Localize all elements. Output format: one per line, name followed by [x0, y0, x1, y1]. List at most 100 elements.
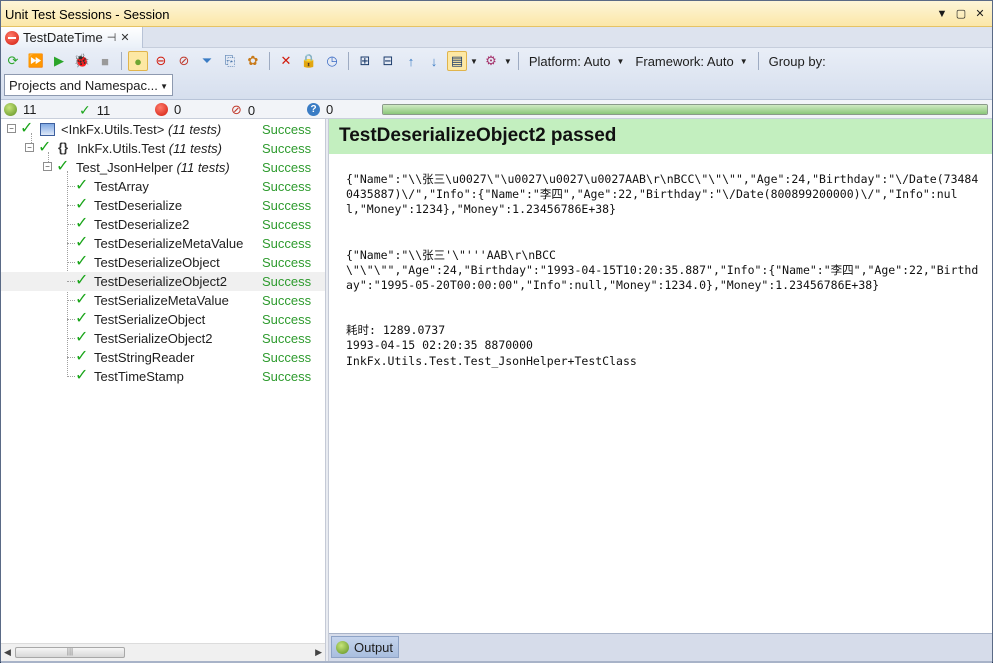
check-icon: ✓ — [75, 196, 89, 213]
chevron-down-icon[interactable]: ▼ — [504, 57, 512, 66]
debug-icon[interactable]: 🐞 — [72, 51, 92, 71]
test-row[interactable]: ✓ TestDeserializeObject Success — [1, 253, 325, 272]
expand-all-icon[interactable]: ⊞ — [355, 51, 375, 71]
run-all-icon[interactable]: ⟳ — [3, 51, 23, 71]
test-row[interactable]: ✓ TestArray Success — [1, 177, 325, 196]
test-row[interactable]: ✓ TestSerializeMetaValue Success — [1, 291, 325, 310]
tree-guide — [67, 300, 75, 301]
result-banner: TestDeserializeObject2 passed — [329, 119, 992, 154]
tree-guide — [67, 338, 75, 339]
scroll-right-icon[interactable]: ▶ — [315, 647, 322, 658]
title-bar: Unit Test Sessions - Session ▼ ▢ ✕ — [1, 1, 992, 27]
tree-row-fixture[interactable]: − ✓ Test_JsonHelper (11 tests) Success — [1, 158, 325, 177]
check-icon: ✓ — [79, 102, 91, 118]
progress-fill — [383, 105, 987, 114]
test-row[interactable]: ✓ TestStringReader Success — [1, 348, 325, 367]
session-tab-strip: TestDateTime ⊣ ✕ — [1, 27, 992, 48]
show-ignored-icon[interactable]: ⊘ — [174, 51, 194, 71]
profile-icon[interactable]: ✿ — [243, 51, 263, 71]
show-passed-icon[interactable]: ● — [128, 51, 148, 71]
tab-output[interactable]: Output — [331, 636, 399, 658]
options-icon[interactable]: ⚙ — [481, 51, 501, 71]
output-tab-label: Output — [354, 639, 394, 655]
tree-guide — [67, 243, 75, 244]
framework-dropdown[interactable]: Framework: Auto ▼ — [631, 54, 751, 69]
move-up-icon[interactable]: ↑ — [401, 51, 421, 71]
test-name: TestDeserializeObject — [94, 255, 220, 270]
progress-bar — [382, 104, 988, 115]
chevron-down-icon[interactable]: ▼ — [470, 57, 478, 66]
collapse-icon[interactable]: − — [7, 124, 16, 133]
output-line: 耗时: 1289.0737 — [346, 323, 446, 338]
ignored-count-value: 0 — [247, 102, 256, 118]
check-icon: ✓ — [75, 215, 89, 232]
layout-icon[interactable]: ▤ — [447, 51, 467, 71]
check-icon: ✓ — [75, 272, 89, 289]
test-name: TestSerializeObject — [94, 312, 206, 327]
tree-guide — [67, 205, 75, 206]
maximize-icon[interactable]: ▢ — [953, 6, 969, 22]
pin-icon[interactable]: ⊣ — [107, 31, 117, 44]
tab-close-icon[interactable]: ✕ — [120, 31, 129, 44]
tab-testdatetime[interactable]: TestDateTime ⊣ ✕ — [1, 27, 143, 48]
failed-count[interactable]: 0 — [155, 102, 181, 117]
test-name: TestArray — [94, 179, 149, 194]
check-icon: ✓ — [75, 310, 89, 327]
toolbar-separator — [517, 52, 519, 70]
toolbar-row: ⟳ ⏩ ▶ 🐞 ■ ● ⊖ ⊘ ⏷ ⎘ ✿ ✕ 🔒 ◷ ⊞ ⊟ ↑ ↓ ▤ ▼ … — [3, 50, 830, 72]
filter-icon[interactable]: ⏷ — [197, 51, 217, 71]
close-icon[interactable]: ✕ — [972, 6, 988, 22]
status-label: Success — [262, 122, 312, 137]
passed-count[interactable]: ✓ 11 — [79, 102, 110, 119]
tree-node-label: InkFx.Utils.Test (11 tests) — [77, 141, 222, 156]
test-row[interactable]: ✓ TestDeserializeMetaValue Success — [1, 234, 325, 253]
tree-horizontal-scrollbar[interactable]: ◀ ||| ▶ — [1, 643, 325, 661]
export-icon[interactable]: ⎘ — [220, 51, 240, 71]
test-name: TestTimeStamp — [94, 369, 184, 384]
lock-icon[interactable]: 🔒 — [299, 51, 319, 71]
status-label: Success — [262, 369, 312, 384]
tree-row-namespace[interactable]: − ✓ {} InkFx.Utils.Test (11 tests) Succe… — [1, 139, 325, 158]
toolbar: ⟳ ⏩ ▶ 🐞 ■ ● ⊖ ⊘ ⏷ ⎘ ✿ ✕ 🔒 ◷ ⊞ ⊟ ↑ ↓ ▤ ▼ … — [1, 48, 992, 100]
move-down-icon[interactable]: ↓ — [424, 51, 444, 71]
test-row[interactable]: ✓ TestSerializeObject Success — [1, 310, 325, 329]
check-icon: ✓ — [75, 234, 89, 251]
test-row[interactable]: ✓ TestDeserialize2 Success — [1, 215, 325, 234]
test-row[interactable]: ✓ TestTimeStamp Success — [1, 367, 325, 386]
test-name: TestSerializeObject2 — [94, 331, 213, 346]
failed-count-value: 0 — [174, 102, 182, 117]
clock-icon[interactable]: ◷ — [322, 51, 342, 71]
status-label: Success — [262, 293, 312, 308]
collapse-icon[interactable]: − — [43, 162, 52, 171]
remove-icon[interactable]: ✕ — [276, 51, 296, 71]
group-by-select[interactable]: Projects and Namespac... ▼ — [4, 74, 173, 96]
dropdown-icon[interactable]: ▼ — [934, 6, 950, 22]
collapse-icon[interactable]: − — [25, 143, 34, 152]
platform-dropdown[interactable]: Platform: Auto ▼ — [525, 54, 629, 69]
status-label: Success — [262, 198, 312, 213]
collapse-all-icon[interactable]: ⊟ — [378, 51, 398, 71]
tree-row-project[interactable]: − ✓ <InkFx.Utils.Test> (11 tests) Succes… — [1, 120, 325, 139]
unknown-count[interactable]: ? 0 — [307, 102, 333, 117]
test-name: TestDeserializeObject2 — [94, 274, 227, 289]
test-row[interactable]: ✓ TestDeserialize Success — [1, 196, 325, 215]
test-row[interactable]: ✓ TestSerializeObject2 Success — [1, 329, 325, 348]
stop-icon[interactable]: ■ — [95, 51, 115, 71]
tree-node-label: <InkFx.Utils.Test> (11 tests) — [61, 122, 222, 137]
chevron-down-icon: ▼ — [739, 56, 748, 66]
run-icon[interactable]: ▶ — [49, 51, 69, 71]
status-label: Success — [262, 331, 312, 346]
test-row-selected[interactable]: ✓ TestDeserializeObject2 Success — [1, 272, 325, 291]
passed-count-value: 11 — [96, 103, 111, 118]
test-name: TestSerializeMetaValue — [94, 293, 229, 308]
unit-test-sessions-window: Unit Test Sessions - Session ▼ ▢ ✕ TestD… — [0, 0, 993, 663]
platform-label: Platform: Auto — [528, 53, 611, 69]
run-selected-icon[interactable]: ⏩ — [26, 51, 46, 71]
output-line: \"\"\"","Age":24,"Birthday":"1993-04-15T… — [346, 262, 979, 293]
ignored-count[interactable]: ⊘ 0 — [231, 102, 255, 118]
total-count[interactable]: 11 — [4, 102, 37, 117]
scrollbar-thumb[interactable]: ||| — [15, 647, 125, 658]
toolbar-separator — [121, 52, 122, 70]
show-failed-icon[interactable]: ⊖ — [151, 51, 171, 71]
scroll-left-icon[interactable]: ◀ — [4, 647, 11, 658]
